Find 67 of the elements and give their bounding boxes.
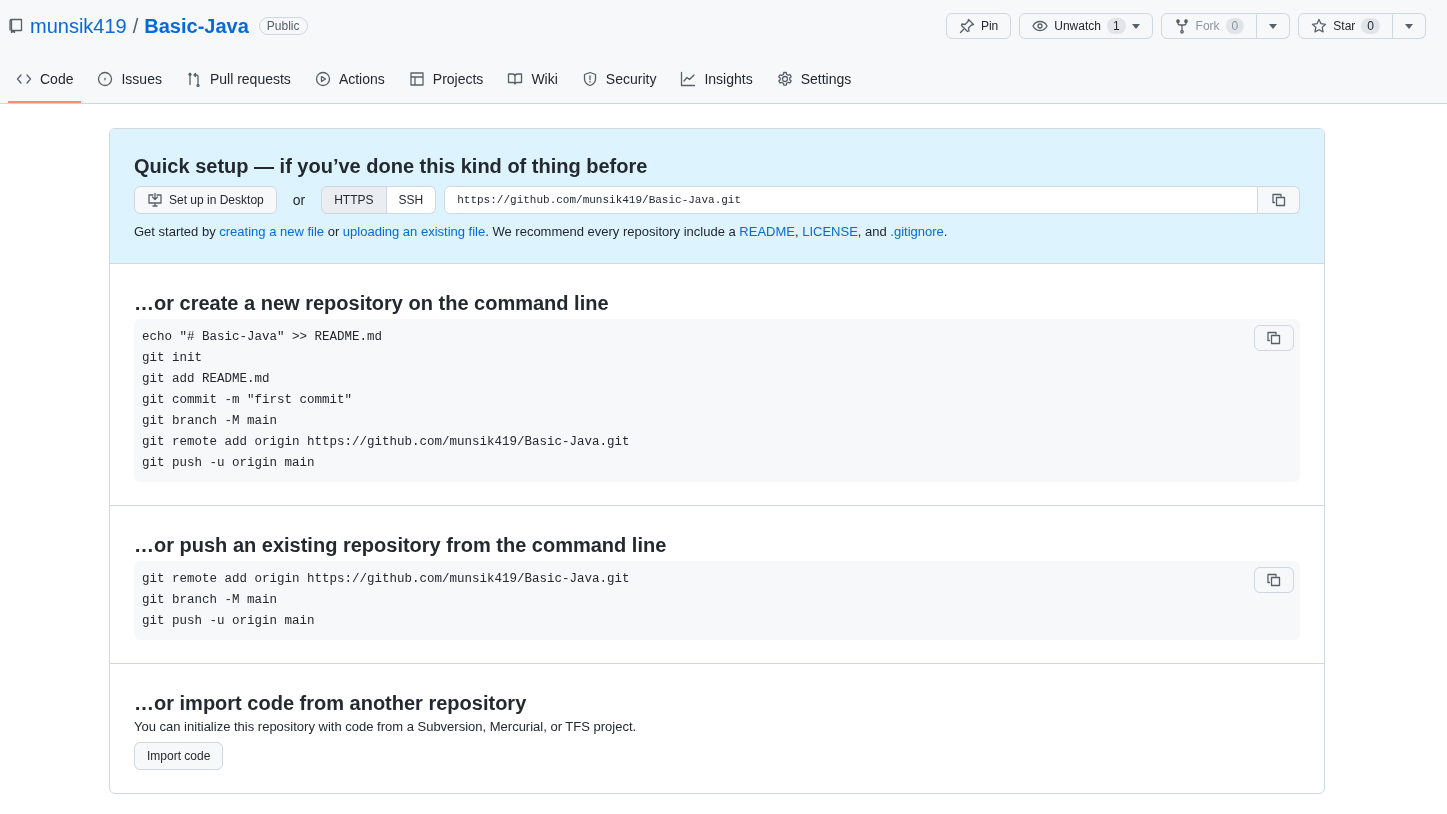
- import-description: You can initialize this repository with code from a Subversion, Mercurial, or TFS project.: [134, 719, 638, 734]
- desktop-button[interactable]: Set up in Desktop: [134, 186, 277, 214]
- count-badge: 0: [1225, 18, 1245, 34]
- code-line: git remote add origin https://github.com/munsik419/Basic-Java.git: [142, 571, 630, 588]
- help-link[interactable]: creating a new file: [219, 224, 325, 239]
- fork-icon: [1173, 18, 1190, 34]
- dropdown-button[interactable]: [1257, 13, 1291, 39]
- nav-tab[interactable]: Issues: [89, 63, 170, 103]
- nav-tab[interactable]: Code: [8, 63, 82, 103]
- help-link[interactable]: .gitignore: [890, 224, 944, 239]
- code-line: git add README.md: [142, 371, 270, 388]
- pull-request-icon: [185, 71, 202, 87]
- import-code-button[interactable]: Import code: [134, 742, 224, 770]
- dropdown-button[interactable]: [1393, 13, 1426, 39]
- code-line: git push -u origin main: [142, 455, 315, 472]
- section-title: Quick setup — if you’ve done this kind of thing before: [134, 155, 649, 178]
- nav-tab[interactable]: Wiki: [499, 63, 566, 103]
- book-icon: [507, 71, 524, 87]
- table-icon: [408, 71, 425, 87]
- copy-icon: [1266, 572, 1282, 588]
- help-link[interactable]: LICENSE: [802, 224, 858, 239]
- code-line: git branch -M main: [142, 413, 278, 430]
- star-icon: [1311, 18, 1328, 34]
- path-separator: /: [132, 14, 139, 38]
- protocol-tab[interactable]: SSH: [386, 186, 437, 214]
- section-title: …or import code from another repository: [134, 692, 528, 715]
- repo-owner-link[interactable]: munsik419: [30, 14, 127, 38]
- count-badge: 0: [1361, 18, 1380, 34]
- line-chart-icon: [680, 71, 697, 87]
- monitor-icon: [147, 192, 163, 208]
- or-label: or: [292, 192, 306, 208]
- nav-tab[interactable]: Pull requests: [177, 63, 299, 103]
- count-badge: 1: [1106, 18, 1126, 34]
- copy-icon: [1270, 192, 1287, 208]
- protocol-tab[interactable]: HTTPS: [321, 186, 387, 214]
- gear-icon: [776, 71, 793, 87]
- nav-tab[interactable]: Insights: [672, 63, 761, 103]
- copy-button[interactable]: [1254, 325, 1294, 351]
- clone-url-field[interactable]: https://github.com/munsik419/Basic-Java.git: [444, 186, 1258, 214]
- copy-icon: [1266, 330, 1282, 346]
- nav-tab[interactable]: Projects: [400, 63, 492, 103]
- pin-button[interactable]: Pin: [945, 13, 1012, 39]
- repo-icon: [8, 18, 24, 34]
- code-line: git remote add origin https://github.com/munsik419/Basic-Java.git: [142, 434, 630, 451]
- code-line: echo "# Basic-Java" >> README.md: [142, 329, 383, 346]
- copy-button[interactable]: [1254, 567, 1294, 593]
- nav-tab[interactable]: Security: [573, 63, 665, 103]
- code-line: git init: [142, 350, 202, 367]
- code-line: git push -u origin main: [142, 613, 315, 630]
- code-line: git commit -m "first commit": [142, 392, 353, 409]
- section-title: …or create a new repository on the command line: [134, 292, 610, 315]
- code-line: git branch -M main: [142, 592, 278, 609]
- pin-icon: [958, 18, 975, 34]
- caret-icon: [1405, 23, 1413, 29]
- watch-button[interactable]: Unwatch 1: [1019, 13, 1153, 39]
- help-link[interactable]: README: [739, 224, 795, 239]
- eye-icon: [1032, 18, 1049, 34]
- repo-name-link[interactable]: Basic-Java: [144, 14, 249, 38]
- help-text: Get started by creating a new file or uploading an existing file. We recommend every repository include a README, LICENSE, and .gitignore.: [134, 224, 949, 239]
- section-title: …or push an existing repository from the command line: [134, 534, 668, 557]
- caret-icon: [1269, 23, 1278, 29]
- nav-tab[interactable]: Actions: [306, 63, 393, 103]
- nav-tab[interactable]: Settings: [768, 63, 860, 103]
- shield-icon: [581, 71, 598, 87]
- copy-button[interactable]: [1258, 186, 1300, 214]
- star-button[interactable]: Star 0: [1298, 13, 1393, 39]
- caret-icon: [1131, 23, 1140, 29]
